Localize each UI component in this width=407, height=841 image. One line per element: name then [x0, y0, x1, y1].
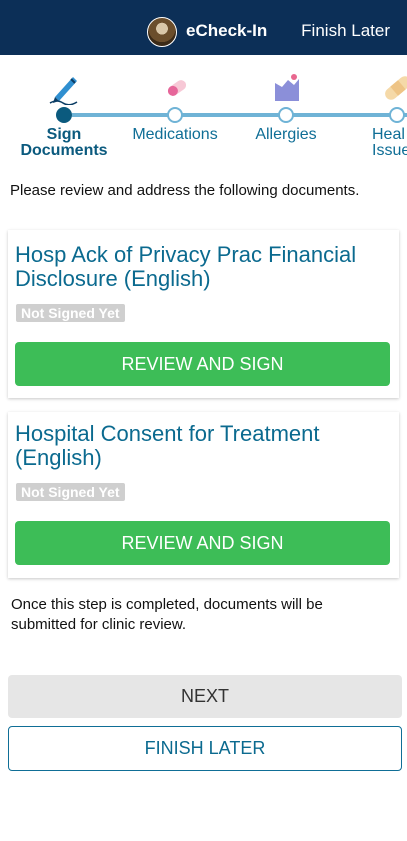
stepper-line [72, 113, 407, 117]
document-title: Hospital Consent for Treatment (English) [15, 421, 320, 470]
review-and-sign-button[interactable]: REVIEW AND SIGN [15, 521, 390, 565]
document-card: Hospital Consent for Treatment (English) … [8, 412, 399, 578]
finish-later-button[interactable]: FINISH LATER [8, 726, 402, 771]
step-dot-allergies[interactable] [278, 107, 294, 123]
step-label-health-issues[interactable]: Heal Issue [372, 127, 407, 159]
step-label-sign-documents[interactable]: Sign Documents [14, 127, 114, 159]
allergy-icon [270, 71, 304, 105]
document-card: Hosp Ack of Privacy Prac Financial Disclo… [8, 230, 399, 398]
step-dot-health-issues[interactable] [389, 107, 405, 123]
document-title: Hosp Ack of Privacy Prac Financial Disclo… [15, 242, 357, 291]
status-badge: Not Signed Yet [16, 304, 125, 322]
status-badge: Not Signed Yet [16, 483, 125, 501]
app-title: eCheck-In [186, 21, 268, 40]
top-bar: eCheck-In Finish Later [0, 0, 407, 55]
review-and-sign-button[interactable]: REVIEW AND SIGN [15, 342, 390, 386]
step-label-medications[interactable]: Medications [115, 127, 235, 143]
step-dot-sign-documents[interactable] [56, 107, 72, 123]
next-button[interactable]: NEXT [8, 675, 402, 718]
avatar[interactable] [147, 17, 177, 47]
intro-text: Please review and address the following … [10, 182, 360, 199]
finish-later-link[interactable]: Finish Later [301, 21, 390, 41]
progress-stepper: SignDocuments Medications Allergies Hea [0, 55, 407, 165]
bandage-icon [381, 71, 407, 105]
step-dot-medications[interactable] [167, 107, 183, 123]
pen-icon [47, 71, 81, 106]
submission-note: Once this step is completed, documents w… [11, 596, 323, 633]
step-label-allergies[interactable]: Allergies [236, 127, 336, 143]
pill-icon [160, 71, 194, 105]
